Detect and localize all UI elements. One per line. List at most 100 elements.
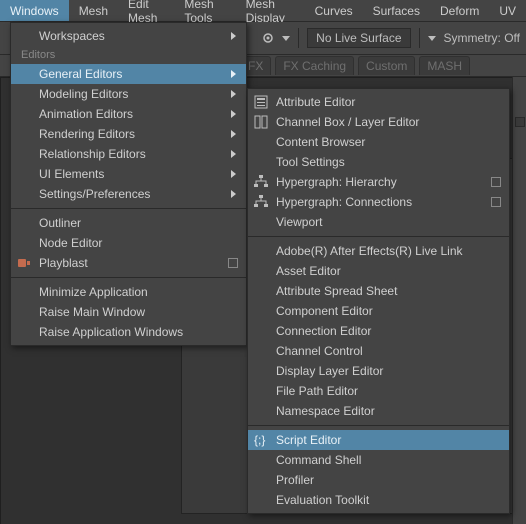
general-editors-submenu: Attribute Editor Channel Box / Layer Edi…: [247, 88, 510, 514]
submenu-item-label: Channel Box / Layer Editor: [276, 115, 419, 129]
menu-item-label: Raise Main Window: [39, 305, 145, 319]
chevron-right-icon: [231, 90, 236, 98]
option-box-icon[interactable]: [491, 177, 501, 187]
menubar-item-curves[interactable]: Curves: [305, 0, 363, 21]
submenu-item-label: Hypergraph: Hierarchy: [276, 175, 397, 189]
live-surface-dropdown[interactable]: No Live Surface: [307, 28, 410, 48]
script-editor-icon: {;}: [252, 431, 270, 449]
submenu-item-profiler[interactable]: Profiler: [248, 470, 509, 490]
submenu-item-display-layer-editor[interactable]: Display Layer Editor: [248, 361, 509, 381]
symmetry-dropdown[interactable]: Symmetry: Off: [444, 31, 520, 45]
submenu-item-label: Adobe(R) After Effects(R) Live Link: [276, 244, 463, 258]
menu-item-label: Minimize Application: [39, 285, 148, 299]
menu-item-label: UI Elements: [39, 167, 104, 181]
submenu-item-label: Hypergraph: Connections: [276, 195, 412, 209]
submenu-item-channel-box[interactable]: Channel Box / Layer Editor: [248, 112, 509, 132]
svg-text:{;}: {;}: [254, 433, 265, 447]
menu-item-label: Settings/Preferences: [39, 187, 150, 201]
submenu-item-ae-live-link[interactable]: Adobe(R) After Effects(R) Live Link: [248, 241, 509, 261]
submenu-item-attribute-editor[interactable]: Attribute Editor: [248, 92, 509, 112]
menubar-item-uv[interactable]: UV: [489, 0, 526, 21]
menu-item-label: Raise Application Windows: [39, 325, 183, 339]
submenu-item-evaluation-toolkit[interactable]: Evaluation Toolkit: [248, 490, 509, 510]
menubar-item-mesh-tools[interactable]: Mesh Tools: [174, 0, 235, 21]
menu-section-header-editors: Editors: [11, 46, 246, 64]
right-sidebar-strip: [512, 77, 526, 524]
menu-item-general-editors[interactable]: General Editors: [11, 64, 246, 84]
menu-item-outliner[interactable]: Outliner: [11, 213, 246, 233]
menu-item-label: Workspaces: [39, 29, 105, 43]
menubar-item-edit-mesh[interactable]: Edit Mesh: [118, 0, 174, 21]
menu-item-raise-main-window[interactable]: Raise Main Window: [11, 302, 246, 322]
submenu-item-label: Display Layer Editor: [276, 364, 383, 378]
chevron-right-icon: [231, 170, 236, 178]
menu-item-rendering-editors[interactable]: Rendering Editors: [11, 124, 246, 144]
submenu-item-namespace-editor[interactable]: Namespace Editor: [248, 401, 509, 421]
menubar-item-mesh[interactable]: Mesh: [69, 0, 118, 21]
menu-item-minimize-application[interactable]: Minimize Application: [11, 282, 246, 302]
submenu-item-hypergraph-hierarchy[interactable]: Hypergraph: Hierarchy: [248, 172, 509, 192]
sidebar-toggle-icon[interactable]: [515, 117, 525, 127]
menu-item-workspaces[interactable]: Workspaces: [11, 26, 246, 46]
submenu-item-asset-editor[interactable]: Asset Editor: [248, 261, 509, 281]
submenu-item-label: Connection Editor: [276, 324, 371, 338]
submenu-item-label: Tool Settings: [276, 155, 345, 169]
menu-item-label: Playblast: [39, 256, 88, 270]
menu-item-modeling-editors[interactable]: Modeling Editors: [11, 84, 246, 104]
menu-item-label: Modeling Editors: [39, 87, 128, 101]
submenu-item-content-browser[interactable]: Content Browser: [248, 132, 509, 152]
submenu-item-attribute-spread-sheet[interactable]: Attribute Spread Sheet: [248, 281, 509, 301]
menubar-item-surfaces[interactable]: Surfaces: [363, 0, 430, 21]
option-box-icon[interactable]: [228, 258, 238, 268]
submenu-item-tool-settings[interactable]: Tool Settings: [248, 152, 509, 172]
menubar-item-deform[interactable]: Deform: [430, 0, 489, 21]
menu-item-node-editor[interactable]: Node Editor: [11, 233, 246, 253]
separator: [298, 28, 299, 48]
symmetry-label: Symmetry: Off: [444, 31, 520, 45]
submenu-item-label: Viewport: [276, 215, 322, 229]
menu-separator: [248, 425, 509, 426]
menu-item-label: General Editors: [39, 67, 122, 81]
hypergraph-icon: [252, 193, 270, 211]
menubar-item-windows[interactable]: Windows: [0, 0, 69, 21]
menu-item-relationship-editors[interactable]: Relationship Editors: [11, 144, 246, 164]
option-box-icon[interactable]: [491, 197, 501, 207]
menubar-item-mesh-display[interactable]: Mesh Display: [236, 0, 305, 21]
submenu-item-label: Channel Control: [276, 344, 363, 358]
submenu-item-label: Command Shell: [276, 453, 361, 467]
submenu-item-label: Namespace Editor: [276, 404, 375, 418]
menu-separator: [248, 236, 509, 237]
shelf-tab-mash[interactable]: MASH: [419, 56, 470, 75]
chevron-right-icon: [231, 110, 236, 118]
submenu-item-label: Asset Editor: [276, 264, 341, 278]
menu-item-label: Relationship Editors: [39, 147, 146, 161]
menu-item-raise-application-windows[interactable]: Raise Application Windows: [11, 322, 246, 342]
menu-separator: [11, 277, 246, 278]
hypergraph-icon: [252, 173, 270, 191]
menu-separator: [11, 208, 246, 209]
submenu-item-label: Evaluation Toolkit: [276, 493, 369, 507]
shelf-tab-fx-caching[interactable]: FX Caching: [275, 56, 354, 75]
menu-item-settings-preferences[interactable]: Settings/Preferences: [11, 184, 246, 204]
menu-item-label: Animation Editors: [39, 107, 133, 121]
shelf-tab-custom[interactable]: Custom: [358, 56, 415, 75]
submenu-item-viewport[interactable]: Viewport: [248, 212, 509, 232]
submenu-item-component-editor[interactable]: Component Editor: [248, 301, 509, 321]
submenu-item-command-shell[interactable]: Command Shell: [248, 450, 509, 470]
menu-item-ui-elements[interactable]: UI Elements: [11, 164, 246, 184]
menubar: Windows Mesh Edit Mesh Mesh Tools Mesh D…: [0, 0, 526, 22]
submenu-item-script-editor[interactable]: {;} Script Editor: [248, 430, 509, 450]
chevron-right-icon: [231, 130, 236, 138]
menu-item-playblast[interactable]: Playblast: [11, 253, 246, 273]
chevron-down-icon[interactable]: [428, 36, 436, 41]
menu-item-label: Rendering Editors: [39, 127, 135, 141]
menu-item-animation-editors[interactable]: Animation Editors: [11, 104, 246, 124]
submenu-item-channel-control[interactable]: Channel Control: [248, 341, 509, 361]
submenu-item-connection-editor[interactable]: Connection Editor: [248, 321, 509, 341]
submenu-item-file-path-editor[interactable]: File Path Editor: [248, 381, 509, 401]
snap-icon[interactable]: [262, 32, 274, 44]
chevron-down-icon[interactable]: [282, 36, 290, 41]
submenu-item-label: File Path Editor: [276, 384, 358, 398]
attribute-editor-icon: [252, 93, 270, 111]
submenu-item-hypergraph-connections[interactable]: Hypergraph: Connections: [248, 192, 509, 212]
